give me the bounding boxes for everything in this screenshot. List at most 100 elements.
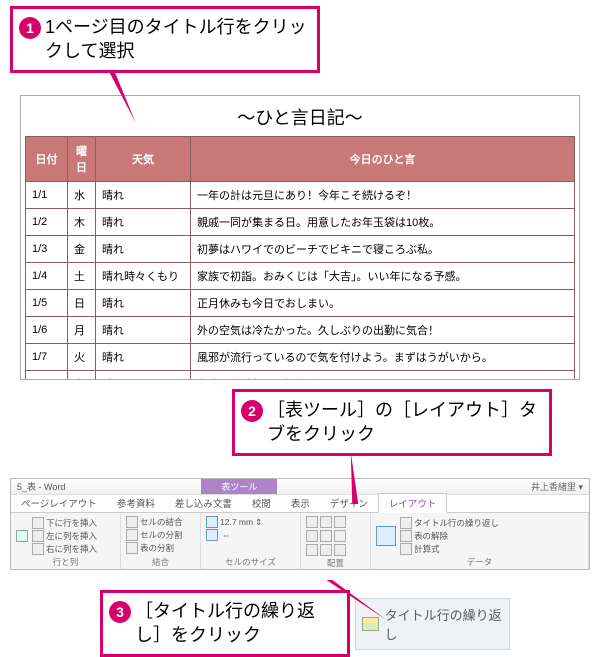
tab-review[interactable]: 校閲 xyxy=(242,494,281,512)
row-height-field[interactable]: 12.7 mm ⇕ xyxy=(206,516,262,528)
cell-dow[interactable]: 水 xyxy=(68,371,96,381)
repeat-header-icon xyxy=(400,517,412,529)
cell-dow[interactable]: 金 xyxy=(68,236,96,263)
table-row[interactable]: 1/5日晴れ正月休みも今日でおしまい。 xyxy=(26,290,575,317)
col-dow[interactable]: 曜日 xyxy=(68,137,96,182)
sort-icon[interactable] xyxy=(376,526,396,546)
cell-note[interactable]: 家族で初詣。おみくじは「大吉」。いい年になる予感。 xyxy=(191,263,575,290)
width-icon xyxy=(206,529,218,541)
user-name[interactable]: 井上香緒里 ▾ xyxy=(531,480,583,493)
cell-date[interactable]: 1/3 xyxy=(26,236,68,263)
group-alignment: 配置 xyxy=(301,513,371,569)
contextual-tab-label: 表ツール xyxy=(201,479,277,494)
tab-view[interactable]: 表示 xyxy=(281,494,320,512)
group-rows-cols-label: 行と列 xyxy=(16,556,115,568)
group-merge: セルの結合 セルの分割 表の分割 結合 xyxy=(121,513,201,569)
callout-2: 2 ［表ツール］の［レイアウト］タブをクリック xyxy=(232,389,552,456)
cell-date[interactable]: 1/1 xyxy=(26,182,68,209)
insert-row-below-button[interactable]: 下に行を挿入 xyxy=(32,517,97,529)
cell-note[interactable]: 一年の計は元旦にあり！今年こそ続けるぞ！ xyxy=(191,182,575,209)
table-row[interactable]: 1/7火晴れ風邪が流行っているので気を付けよう。まずはうがいから。 xyxy=(26,344,575,371)
col-note[interactable]: 今日のひと言 xyxy=(191,137,575,182)
convert-icon xyxy=(400,530,412,542)
cell-note[interactable]: 初夢はハワイでのビーチでビキニで寝ころぶ私。 xyxy=(191,236,575,263)
repeat-header-rows-zoom[interactable]: タイトル行の繰り返し xyxy=(355,598,510,650)
tab-layout[interactable]: レイアウト xyxy=(378,493,448,513)
align-mr-icon[interactable] xyxy=(334,530,346,542)
document-view: ～ひと言日記～ 日付 曜日 天気 今日のひと言 1/1水晴れ一年の計は元旦にあり… xyxy=(20,95,580,380)
cell-note[interactable]: 友達と会社帰りに新年会。串カツとビールでおめでとう。 xyxy=(191,371,575,381)
cell-note[interactable]: 外の空気は冷たかった。久しぶりの出勤に気合！ xyxy=(191,317,575,344)
cell-date[interactable]: 1/8 xyxy=(26,371,68,381)
align-tl-icon[interactable] xyxy=(306,516,318,528)
col-left-icon xyxy=(32,530,44,542)
cell-date[interactable]: 1/4 xyxy=(26,263,68,290)
cell-note[interactable]: 正月休みも今日でおしまい。 xyxy=(191,290,575,317)
cell-dow[interactable]: 土 xyxy=(68,263,96,290)
callout-3-number: 3 xyxy=(109,601,131,623)
table-row[interactable]: 1/4土晴れ時々くもり家族で初詣。おみくじは「大吉」。いい年になる予感。 xyxy=(26,263,575,290)
col-weather[interactable]: 天気 xyxy=(96,137,191,182)
table-row[interactable]: 1/2木晴れ親戚一同が集まる日。用意したお年玉袋は10枚。 xyxy=(26,209,575,236)
align-br-icon[interactable] xyxy=(334,544,346,556)
cell-weather[interactable]: 晴れ xyxy=(96,236,191,263)
callout-2-number: 2 xyxy=(241,400,263,422)
diary-table[interactable]: 日付 曜日 天気 今日のひと言 1/1水晴れ一年の計は元旦にあり！今年こそ続ける… xyxy=(25,136,575,380)
tab-references[interactable]: 参考資料 xyxy=(107,494,165,512)
col-width-field[interactable]: ⇔ xyxy=(206,529,231,541)
align-bl-icon[interactable] xyxy=(306,544,318,556)
cell-dow[interactable]: 日 xyxy=(68,290,96,317)
cell-weather[interactable]: 晴れ時々くもり xyxy=(96,263,191,290)
cell-date[interactable]: 1/2 xyxy=(26,209,68,236)
cell-note[interactable]: 親戚一同が集まる日。用意したお年玉袋は10枚。 xyxy=(191,209,575,236)
tab-mailings[interactable]: 差し込み文書 xyxy=(165,494,242,512)
cell-weather[interactable]: 晴れ xyxy=(96,371,191,381)
table-row[interactable]: 1/6月晴れ外の空気は冷たかった。久しぶりの出勤に気合！ xyxy=(26,317,575,344)
callout-1-number: 1 xyxy=(19,17,41,39)
table-row[interactable]: 1/3金晴れ初夢はハワイでのビーチでビキニで寝ころぶ私。 xyxy=(26,236,575,263)
cell-weather[interactable]: 晴れ xyxy=(96,317,191,344)
cell-dow[interactable]: 月 xyxy=(68,317,96,344)
cell-note[interactable]: 風邪が流行っているので気を付けよう。まずはうがいから。 xyxy=(191,344,575,371)
repeat-header-rows-button[interactable]: タイトル行の繰り返し xyxy=(400,517,499,529)
align-tc-icon[interactable] xyxy=(320,516,332,528)
cell-weather[interactable]: 晴れ xyxy=(96,290,191,317)
cell-weather[interactable]: 晴れ xyxy=(96,182,191,209)
group-cell-size: 12.7 mm ⇕ ⇔ セルのサイズ xyxy=(201,513,301,569)
cell-dow[interactable]: 水 xyxy=(68,182,96,209)
ribbon-groups: 下に行を挿入 左に列を挿入 右に列を挿入 行と列 セルの結合 セルの分割 表の分… xyxy=(11,513,589,569)
diary-header-row[interactable]: 日付 曜日 天気 今日のひと言 xyxy=(26,137,575,182)
align-bc-icon[interactable] xyxy=(320,544,332,556)
cell-dow[interactable]: 木 xyxy=(68,209,96,236)
cell-date[interactable]: 1/5 xyxy=(26,290,68,317)
align-ml-icon[interactable] xyxy=(306,530,318,542)
formula-button[interactable]: 計算式 xyxy=(400,543,499,555)
cell-date[interactable]: 1/7 xyxy=(26,344,68,371)
row-below-icon xyxy=(32,517,44,529)
cell-dow[interactable]: 火 xyxy=(68,344,96,371)
tab-design[interactable]: デザイン xyxy=(320,494,378,512)
table-row[interactable]: 1/8水晴れ友達と会社帰りに新年会。串カツとビールでおめでとう。 xyxy=(26,371,575,381)
merge-icon xyxy=(126,516,138,528)
split-table-button[interactable]: 表の分割 xyxy=(126,542,174,554)
align-tr-icon[interactable] xyxy=(334,516,346,528)
cell-date[interactable]: 1/6 xyxy=(26,317,68,344)
convert-to-text-button[interactable]: 表の解除 xyxy=(400,530,499,542)
formula-icon xyxy=(400,543,412,555)
group-cell-size-label: セルのサイズ xyxy=(206,556,295,568)
align-mc-icon[interactable] xyxy=(320,530,332,542)
ribbon-tabs: ページレイアウト 参考資料 差し込み文書 校閲 表示 デザイン レイアウト xyxy=(11,495,589,513)
document-title: ～ひと言日記～ xyxy=(25,104,575,130)
cell-weather[interactable]: 晴れ xyxy=(96,344,191,371)
tab-page-layout[interactable]: ページレイアウト xyxy=(11,494,107,512)
group-alignment-label: 配置 xyxy=(306,557,365,569)
table-row[interactable]: 1/1水晴れ一年の計は元旦にあり！今年こそ続けるぞ！ xyxy=(26,182,575,209)
insert-col-right-button[interactable]: 右に列を挿入 xyxy=(32,543,97,555)
split-cells-button[interactable]: セルの分割 xyxy=(126,529,183,541)
cell-weather[interactable]: 晴れ xyxy=(96,209,191,236)
col-date[interactable]: 日付 xyxy=(26,137,68,182)
repeat-header-zoom-label: タイトル行の繰り返し xyxy=(385,605,503,643)
group-data-label: データ xyxy=(376,556,583,568)
merge-cells-button[interactable]: セルの結合 xyxy=(126,516,183,528)
insert-col-left-button[interactable]: 左に列を挿入 xyxy=(32,530,97,542)
